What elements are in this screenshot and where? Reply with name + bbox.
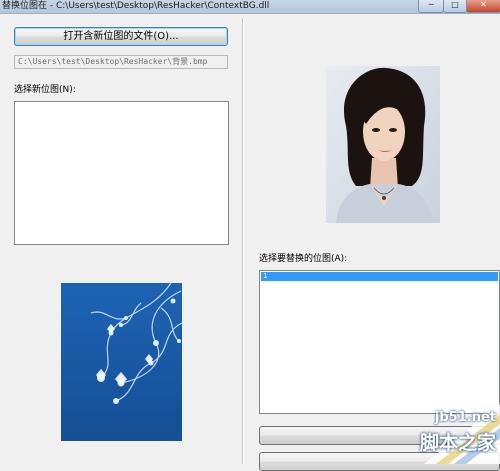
new-bitmap-list[interactable] bbox=[14, 101, 229, 245]
list-item[interactable]: 1 bbox=[261, 272, 498, 281]
watermark: jb51.net 脚本之家 bbox=[364, 404, 500, 464]
open-file-button[interactable]: 打开含新位图的文件(O)... bbox=[14, 27, 228, 46]
window-title: 替换位图在 - C:\Users\test\Desktop\ResHacker\… bbox=[2, 1, 270, 11]
minimize-button[interactable]: ─ bbox=[418, 0, 444, 13]
select-replace-bitmap-label: 选择要替换的位图(A): bbox=[259, 254, 348, 264]
replace-bitmap-list[interactable]: 1 bbox=[259, 270, 500, 414]
watermark-site: jb51.net bbox=[434, 410, 496, 425]
select-new-bitmap-label: 选择新位图(N): bbox=[14, 85, 76, 95]
column-divider bbox=[242, 18, 243, 464]
file-path-field: C:\Users\test\Desktop\ResHacker\背景.bmp bbox=[14, 55, 228, 69]
new-bitmap-preview bbox=[61, 283, 182, 441]
title-bar: 替换位图在 - C:\Users\test\Desktop\ResHacker\… bbox=[0, 0, 500, 14]
maximize-button[interactable]: □ bbox=[443, 0, 467, 13]
close-button[interactable]: ✕ bbox=[466, 0, 500, 13]
watermark-name: 脚本之家 bbox=[419, 432, 496, 454]
current-bitmap-preview bbox=[326, 66, 440, 223]
